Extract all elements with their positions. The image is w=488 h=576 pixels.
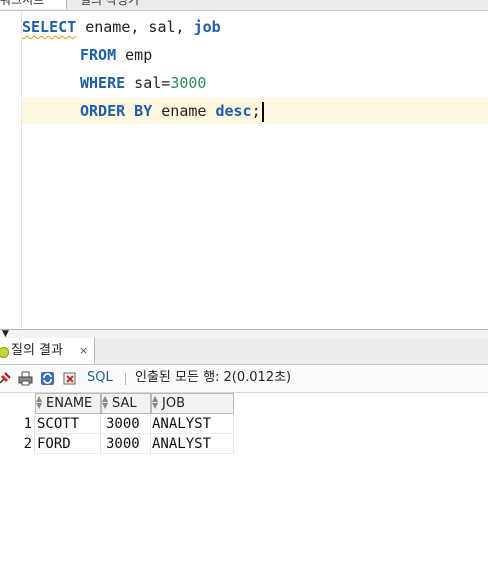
code-text: ename — [152, 102, 216, 120]
query-result-icon — [0, 347, 9, 358]
table-cell-ename[interactable]: SCOTT — [35, 414, 101, 434]
column-header-label: JOB — [162, 396, 185, 411]
print-icon[interactable] — [18, 371, 33, 386]
result-tab-bar: 질의 결과 × — [0, 338, 488, 365]
column-header-label: SAL — [112, 396, 137, 411]
code-text: ; — [251, 102, 261, 120]
table-cell-job[interactable]: ANALYST — [151, 434, 234, 454]
result-toolbar: SQL 인출된 모든 행: 2(0.012초) — [0, 365, 488, 393]
column-header-label: ENAME — [46, 396, 93, 411]
keyword-job: job — [193, 18, 221, 36]
code-line-1[interactable]: SELECT ename, sal, job — [22, 14, 488, 40]
keyword-select: SELECT — [22, 18, 77, 36]
collapse-arrow-icon[interactable]: ▼ — [2, 330, 9, 339]
code-line-4[interactable]: ORDER BY ename desc; — [22, 98, 488, 124]
worksheet-tab-strip: 워크시트 질의 작성기 — [0, 0, 488, 11]
close-tab-icon[interactable]: × — [79, 338, 88, 364]
code-text: sal= — [125, 74, 171, 92]
tab-query-builder[interactable]: 질의 작성기 — [74, 0, 145, 9]
keyword-from: FROM — [80, 46, 117, 64]
table-cell-job[interactable]: ANALYST — [151, 414, 234, 434]
tab-query-result-label: 질의 결과 — [11, 343, 63, 358]
table-cell-sal[interactable]: 3000 — [101, 414, 151, 434]
row-number[interactable]: 1 — [0, 414, 35, 434]
keyword-order-by: ORDER BY — [80, 102, 153, 120]
sort-icon[interactable]: ▲ ▼ — [102, 394, 112, 410]
sort-icon[interactable]: ▲ ▼ — [152, 394, 162, 410]
code-line-2[interactable]: FROM emp — [22, 42, 488, 68]
editor-gutter — [0, 11, 22, 329]
row-number[interactable]: 2 — [0, 434, 35, 454]
code-text: ename, sal, — [76, 18, 194, 36]
tab-query-result[interactable]: 질의 결과 × — [0, 338, 95, 364]
keyword-desc: desc — [215, 102, 252, 120]
toolbar-separator — [125, 373, 126, 385]
fetch-status-text: 인출된 모든 행: 2(0.012초) — [135, 370, 292, 385]
column-header-sal[interactable]: ▲ ▼ SAL — [101, 393, 151, 414]
code-text: emp — [116, 46, 153, 64]
sort-icon[interactable]: ▲ ▼ — [36, 394, 46, 410]
refresh-icon[interactable] — [40, 371, 55, 386]
tab-worksheet[interactable]: 워크시트 — [0, 0, 67, 9]
sql-button[interactable]: SQL — [87, 365, 113, 391]
table-cell-ename[interactable]: FORD — [35, 434, 101, 454]
table-cell-sal[interactable]: 3000 — [101, 434, 151, 454]
sql-editor[interactable]: SELECT ename, sal, job FROM emp WHERE sa… — [0, 11, 488, 329]
code-line-3[interactable]: WHERE sal=3000 — [22, 70, 488, 96]
keyword-where: WHERE — [80, 74, 126, 92]
export-icon[interactable] — [63, 371, 78, 386]
column-header-ename[interactable]: ▲ ▼ ENAME — [35, 393, 101, 414]
number-literal: 3000 — [170, 74, 207, 92]
pin-icon[interactable] — [0, 371, 12, 386]
column-header-job[interactable]: ▲ ▼ JOB — [151, 393, 234, 414]
text-caret — [261, 101, 264, 122]
